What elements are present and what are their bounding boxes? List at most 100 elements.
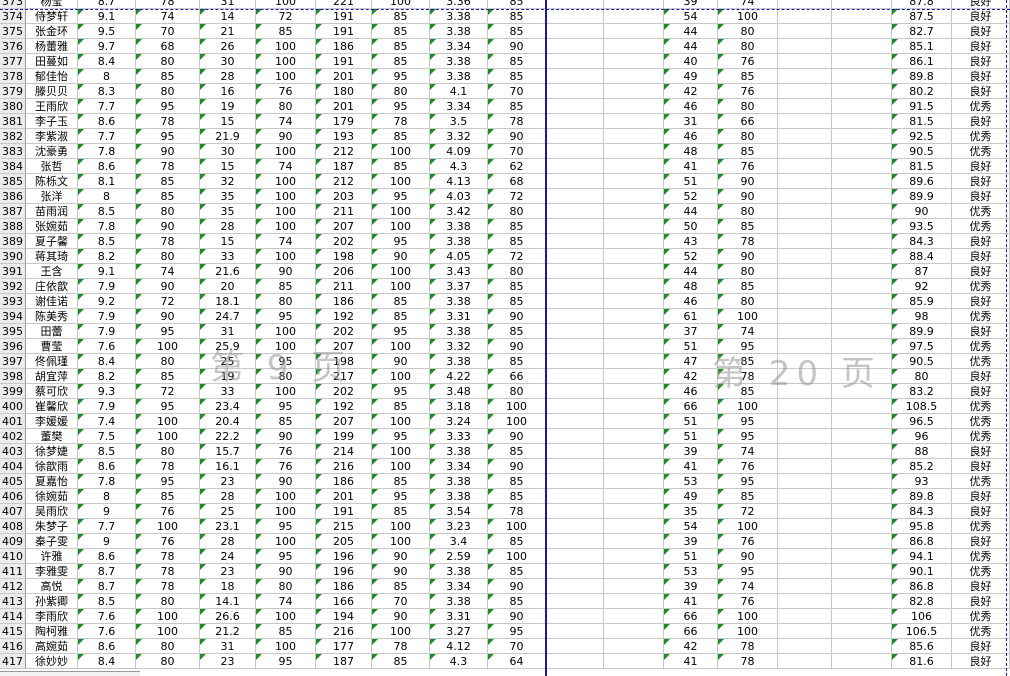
row-header[interactable]: 381: [0, 114, 26, 129]
cell-c7[interactable]: 4.09: [430, 144, 488, 159]
cell-c8[interactable]: 78: [488, 504, 546, 519]
cell-score[interactable]: 96: [892, 429, 952, 444]
cell-c6[interactable]: 100: [372, 369, 430, 384]
cell-r2[interactable]: 76: [718, 534, 778, 549]
cell-c7[interactable]: 3.24: [430, 414, 488, 429]
cell-grade[interactable]: 良好: [952, 264, 1010, 279]
empty-cell[interactable]: [604, 84, 664, 99]
cell-c8[interactable]: 62: [488, 159, 546, 174]
cell-c4[interactable]: 90: [256, 564, 316, 579]
cell-r1[interactable]: 43: [664, 234, 718, 249]
cell-c4[interactable]: 76: [256, 84, 316, 99]
empty-cell[interactable]: [546, 594, 604, 609]
empty-cell[interactable]: [778, 339, 832, 354]
cell-r2[interactable]: 85: [718, 219, 778, 234]
cell-c7[interactable]: 3.37: [430, 279, 488, 294]
cell-c3[interactable]: 18.1: [200, 294, 256, 309]
cell-c7[interactable]: 4.12: [430, 639, 488, 654]
cell-r1[interactable]: 41: [664, 654, 718, 669]
cell-name[interactable]: 李雅雯: [26, 564, 78, 579]
cell-grade[interactable]: 优秀: [952, 519, 1010, 534]
cell-grade[interactable]: 优秀: [952, 549, 1010, 564]
cell-c8[interactable]: 85: [488, 9, 546, 24]
cell-c3[interactable]: 15: [200, 114, 256, 129]
cell-name[interactable]: 郁佳怡: [26, 69, 78, 84]
cell-grade[interactable]: 优秀: [952, 564, 1010, 579]
cell-c4[interactable]: 100: [256, 69, 316, 84]
cell-c3[interactable]: 28: [200, 489, 256, 504]
cell-name[interactable]: 夏嘉怡: [26, 474, 78, 489]
cell-c2[interactable]: 68: [136, 39, 200, 54]
row-header[interactable]: 407: [0, 504, 26, 519]
cell-grade[interactable]: 优秀: [952, 399, 1010, 414]
empty-cell[interactable]: [832, 624, 892, 639]
cell-r2[interactable]: 80: [718, 24, 778, 39]
cell-c2[interactable]: 78: [136, 234, 200, 249]
empty-cell[interactable]: [778, 264, 832, 279]
cell-c5[interactable]: 221: [316, 0, 372, 9]
cell-c2[interactable]: 80: [136, 639, 200, 654]
cell-grade[interactable]: 良好: [952, 0, 1010, 9]
cell-c5[interactable]: 186: [316, 39, 372, 54]
cell-r2[interactable]: 85: [718, 354, 778, 369]
cell-c3[interactable]: 30: [200, 54, 256, 69]
cell-name[interactable]: 张洋: [26, 189, 78, 204]
cell-c2[interactable]: 78: [136, 114, 200, 129]
row-header[interactable]: 373: [0, 0, 26, 9]
cell-c1[interactable]: 8: [78, 489, 136, 504]
empty-cell[interactable]: [546, 24, 604, 39]
cell-c8[interactable]: 90: [488, 39, 546, 54]
empty-cell[interactable]: [546, 159, 604, 174]
empty-cell[interactable]: [546, 609, 604, 624]
empty-cell[interactable]: [778, 564, 832, 579]
cell-c3[interactable]: 22.2: [200, 429, 256, 444]
cell-r2[interactable]: 74: [718, 324, 778, 339]
cell-c6[interactable]: 85: [372, 504, 430, 519]
empty-cell[interactable]: [546, 9, 604, 24]
cell-c3[interactable]: 15: [200, 234, 256, 249]
cell-r2[interactable]: 74: [718, 444, 778, 459]
cell-c1[interactable]: 8.4: [78, 654, 136, 669]
cell-c6[interactable]: 78: [372, 639, 430, 654]
empty-cell[interactable]: [546, 294, 604, 309]
spreadsheet-grid[interactable]: 373 杨莹 8.7 78 31 100 221 100 3.36 85 39 74 87.8 良好 374…: [0, 0, 1010, 676]
cell-c3[interactable]: 20: [200, 279, 256, 294]
cell-c5[interactable]: 191: [316, 9, 372, 24]
empty-cell[interactable]: [546, 144, 604, 159]
cell-c6[interactable]: 90: [372, 564, 430, 579]
cell-c2[interactable]: 80: [136, 444, 200, 459]
cell-c5[interactable]: 199: [316, 429, 372, 444]
cell-c7[interactable]: 4.1: [430, 84, 488, 99]
cell-c3[interactable]: 23.1: [200, 519, 256, 534]
cell-grade[interactable]: 良好: [952, 189, 1010, 204]
cell-c1[interactable]: 7.9: [78, 324, 136, 339]
cell-c2[interactable]: 80: [136, 354, 200, 369]
cell-c5[interactable]: 194: [316, 609, 372, 624]
cell-c7[interactable]: 3.18: [430, 399, 488, 414]
cell-c4[interactable]: 85: [256, 624, 316, 639]
cell-c5[interactable]: 202: [316, 324, 372, 339]
row-header[interactable]: 393: [0, 294, 26, 309]
cell-score[interactable]: 89.8: [892, 69, 952, 84]
cell-c3[interactable]: 21: [200, 24, 256, 39]
empty-cell[interactable]: [832, 504, 892, 519]
empty-cell[interactable]: [778, 249, 832, 264]
cell-c2[interactable]: 85: [136, 174, 200, 189]
cell-score[interactable]: 81.6: [892, 654, 952, 669]
cell-c8[interactable]: 64: [488, 654, 546, 669]
cell-c5[interactable]: 179: [316, 114, 372, 129]
empty-cell[interactable]: [546, 234, 604, 249]
cell-c6[interactable]: 85: [372, 24, 430, 39]
empty-cell[interactable]: [546, 459, 604, 474]
row-header[interactable]: 408: [0, 519, 26, 534]
cell-c7[interactable]: 3.42: [430, 204, 488, 219]
cell-r1[interactable]: 47: [664, 354, 718, 369]
cell-c6[interactable]: 85: [372, 129, 430, 144]
row-header[interactable]: 377: [0, 54, 26, 69]
cell-c6[interactable]: 100: [372, 144, 430, 159]
cell-c1[interactable]: 7.8: [78, 144, 136, 159]
cell-c2[interactable]: 74: [136, 264, 200, 279]
row-header[interactable]: 398: [0, 369, 26, 384]
cell-c4[interactable]: 80: [256, 294, 316, 309]
empty-cell[interactable]: [546, 579, 604, 594]
